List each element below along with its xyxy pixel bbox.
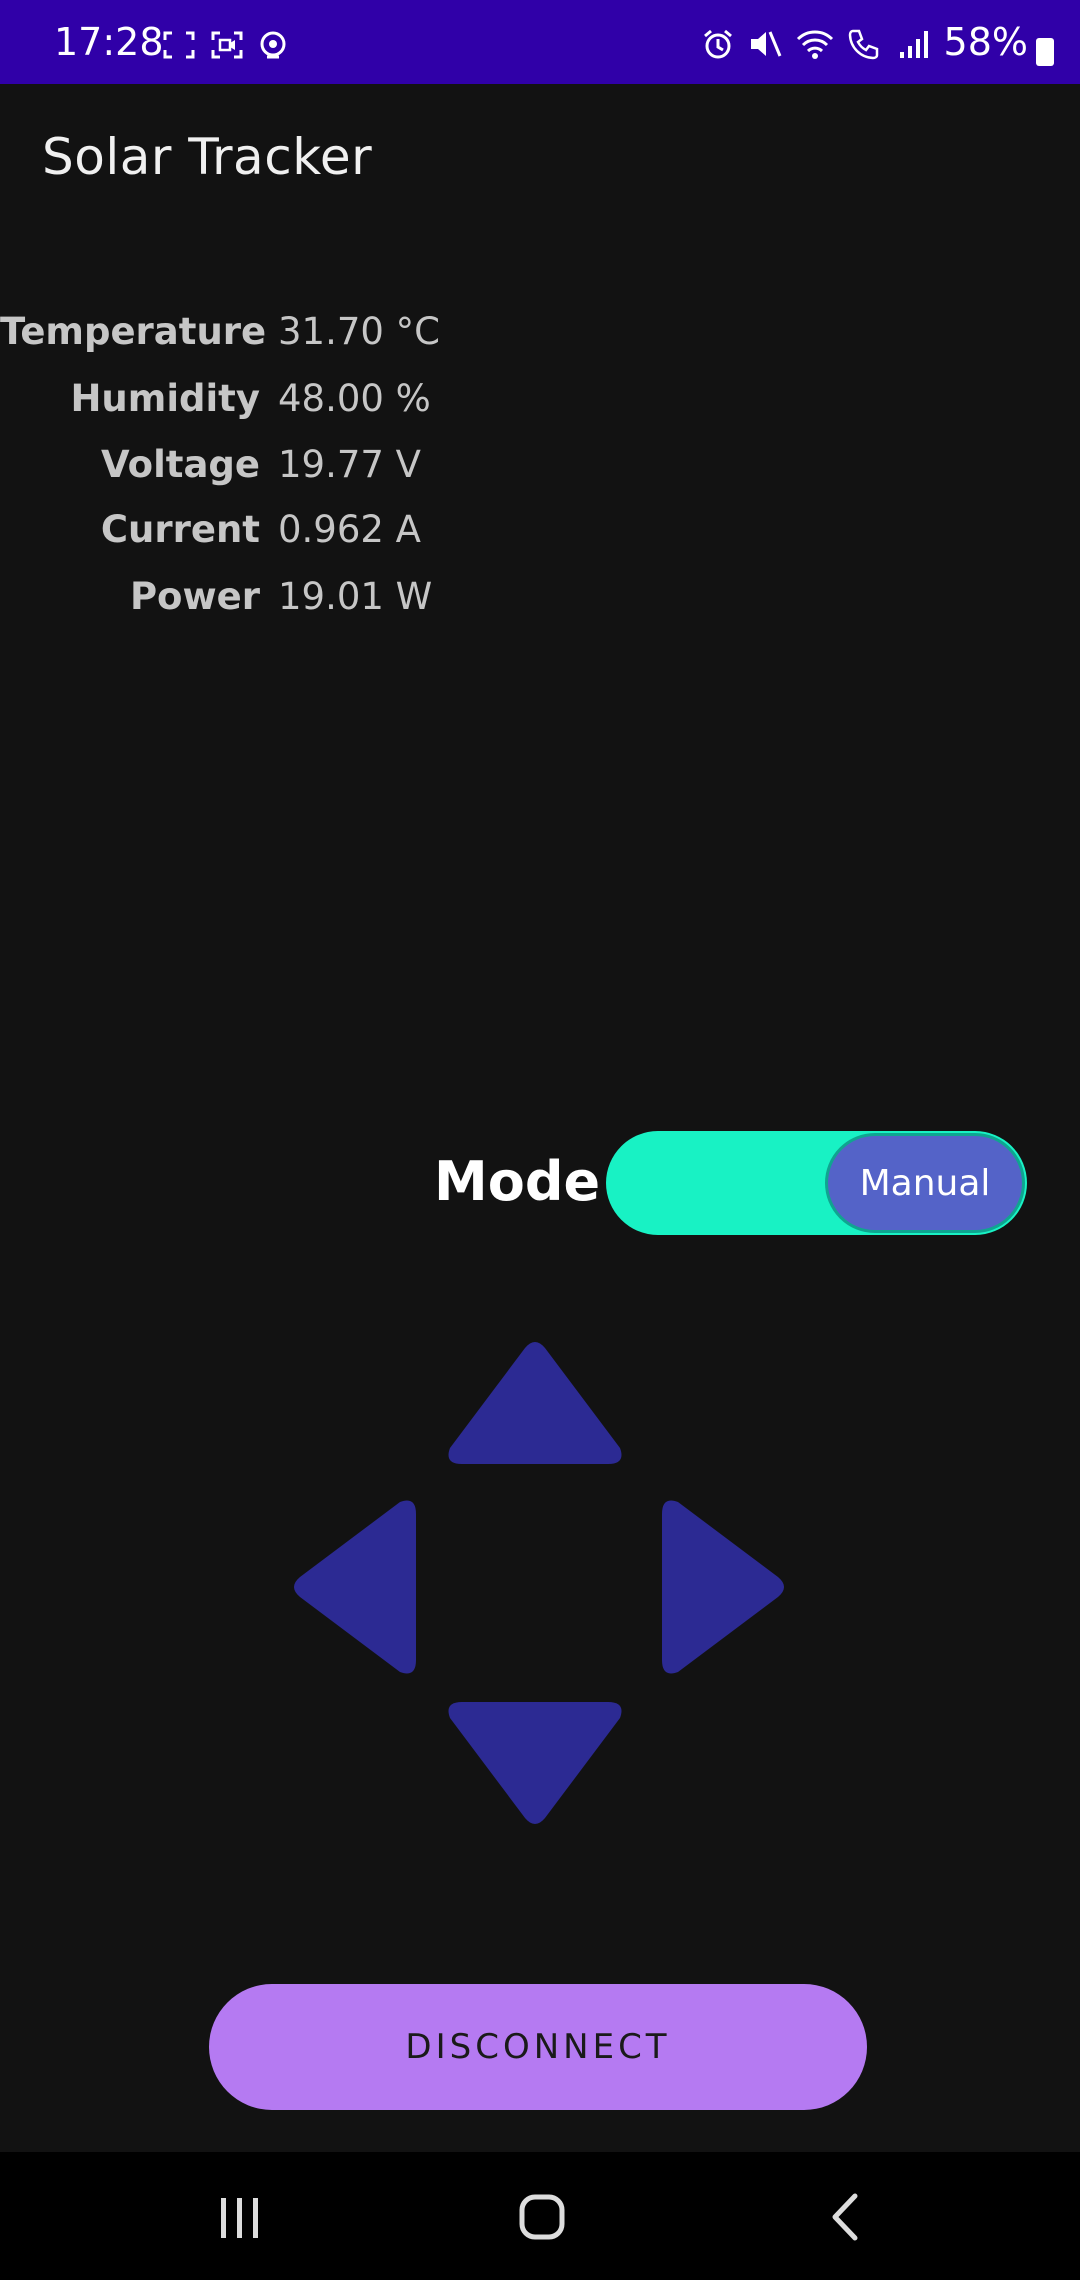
arrow-down-button[interactable] (440, 1694, 630, 1828)
mode-switch-state: Manual (859, 1162, 991, 1204)
mode-label: Mode (434, 1150, 601, 1213)
back-button[interactable] (806, 2182, 886, 2252)
reading-row-current: Current 0.962 A (0, 508, 600, 568)
arrow-left-icon (294, 1500, 416, 1674)
hotspot-icon (259, 30, 287, 64)
mode-switch[interactable]: Manual (606, 1131, 1027, 1235)
reading-label: Temperature (0, 310, 267, 353)
arrow-up-button[interactable] (440, 1338, 630, 1472)
reading-value: 31.70 °C (278, 310, 441, 353)
status-left-icons (163, 30, 287, 64)
recent-apps-button[interactable] (200, 2182, 280, 2252)
signal-icon (898, 28, 930, 64)
reading-value: 0.962 A (278, 508, 421, 551)
reading-value: 48.00 % (278, 377, 431, 420)
reading-row-temperature: Temperature 31.70 °C (0, 310, 600, 370)
screenshot-icon (163, 31, 195, 63)
page-title: Solar Tracker (42, 128, 373, 186)
status-right-icons (702, 28, 930, 64)
home-button[interactable] (502, 2182, 582, 2252)
status-time: 17:28 (54, 20, 164, 64)
reading-row-power: Power 19.01 W (0, 575, 600, 635)
call-icon (848, 28, 884, 64)
reading-row-humidity: Humidity 48.00 % (0, 377, 600, 437)
mute-icon (748, 28, 782, 64)
arrow-down-icon (448, 1702, 622, 1824)
arrow-right-icon (662, 1500, 784, 1674)
arrow-right-button[interactable] (654, 1492, 788, 1682)
screen-record-icon (211, 31, 243, 63)
reading-value: 19.77 V (278, 443, 421, 486)
wifi-icon (796, 28, 834, 64)
reading-label: Humidity (70, 377, 260, 420)
reading-label: Power (129, 575, 260, 618)
mode-switch-thumb[interactable]: Manual (825, 1133, 1025, 1233)
back-icon (832, 2193, 858, 2241)
status-bar: 17:28 58% (0, 0, 1080, 84)
disconnect-button[interactable]: DISCONNECT (209, 1984, 867, 2110)
reading-label: Voltage (101, 443, 260, 486)
reading-label: Current (100, 508, 260, 551)
arrow-left-button[interactable] (290, 1492, 424, 1682)
arrow-up-icon (448, 1342, 622, 1464)
alarm-icon (702, 28, 734, 64)
reading-value: 19.01 W (278, 575, 433, 618)
reading-row-voltage: Voltage 19.77 V (0, 443, 600, 503)
home-icon (519, 2194, 565, 2240)
battery-percent: 58% (943, 20, 1028, 64)
navigation-bar (0, 2152, 1080, 2280)
recent-apps-icon (221, 2198, 258, 2238)
